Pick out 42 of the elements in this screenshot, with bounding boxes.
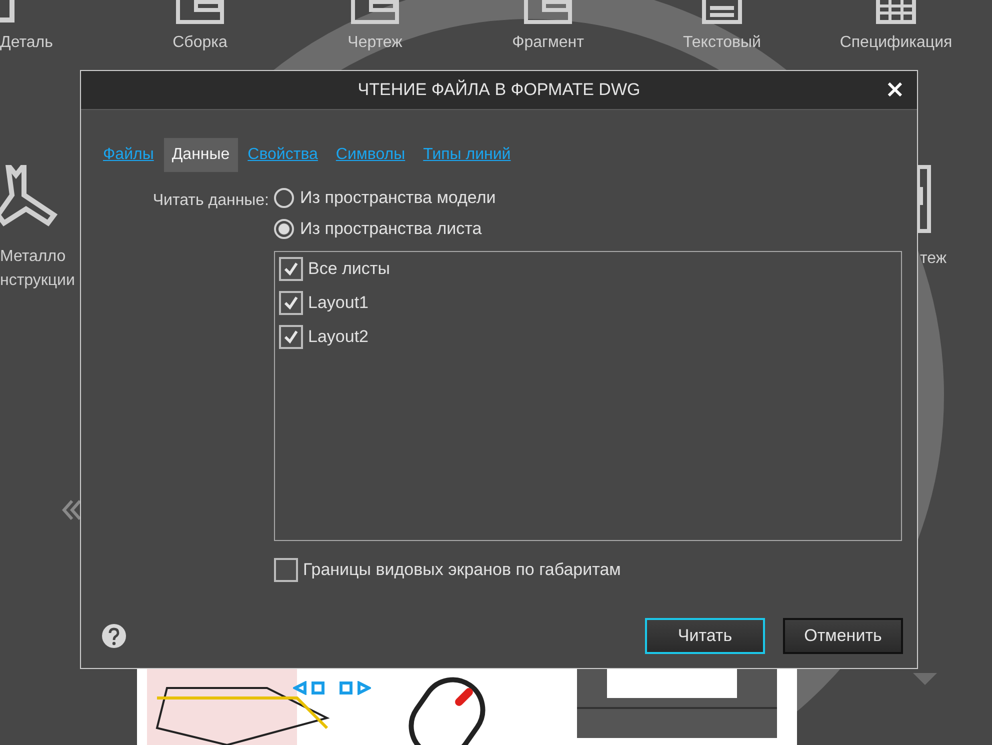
checkbox-label[interactable]: Layout1	[308, 293, 368, 313]
tab[interactable]: Типы линий	[415, 138, 519, 172]
launcher-label[interactable]: Сборка	[172, 34, 228, 52]
checkbox[interactable]	[279, 257, 303, 281]
launcher-label[interactable]: Спецификация	[840, 34, 952, 52]
radio-button[interactable]	[274, 188, 294, 208]
launcher-label[interactable]: Деталь	[0, 34, 53, 52]
checkbox[interactable]	[279, 325, 303, 349]
checkbox-label[interactable]: Все листы	[308, 259, 390, 279]
launcher-label[interactable]: Чертеж	[348, 34, 402, 52]
launcher-label[interactable]: Металло	[0, 245, 66, 269]
read-button[interactable]: Читать	[645, 618, 765, 654]
checkbox[interactable]	[279, 291, 303, 315]
tab[interactable]: Данные	[164, 138, 238, 172]
checkmark-icon	[282, 260, 300, 278]
checkmark-icon	[282, 294, 300, 312]
sheet-icon[interactable]	[918, 165, 932, 235]
radio-label[interactable]: Из пространства листа	[300, 219, 482, 239]
cancel-button[interactable]: Отменить	[783, 618, 903, 654]
window-title: ЧТЕНИЕ ФАЙЛА В ФОРМАТЕ DWG	[358, 80, 640, 100]
close-button[interactable]: ×	[880, 77, 909, 101]
triangle-down-icon	[913, 672, 937, 686]
checkbox[interactable]	[274, 558, 298, 582]
radio-label[interactable]: Из пространства модели	[300, 188, 496, 208]
tab[interactable]: Символы	[328, 138, 414, 172]
checkbox-label[interactable]: Границы видовых экранов по габаритам	[303, 560, 621, 580]
square-icon[interactable]	[339, 681, 353, 695]
launcher-label[interactable]: нструкции	[0, 269, 75, 293]
checkmark-icon	[282, 328, 300, 346]
checkbox-label[interactable]: Layout2	[308, 327, 368, 347]
help-icon[interactable]	[101, 623, 127, 649]
tab[interactable]: Свойства	[240, 138, 326, 172]
chevron-left-icon[interactable]	[62, 499, 82, 521]
triangle-right-icon[interactable]	[357, 681, 371, 695]
tab[interactable]: Файлы	[95, 138, 162, 172]
launcher-label[interactable]: Фрагмент	[512, 34, 584, 52]
square-icon[interactable]	[311, 681, 325, 695]
launcher-label[interactable]: теж	[920, 250, 947, 268]
field-label: Читать данные:	[152, 191, 269, 211]
triangle-left-icon[interactable]	[293, 681, 307, 695]
launcher-label[interactable]: Текстовый	[683, 34, 761, 52]
radio-button[interactable]	[274, 219, 294, 239]
